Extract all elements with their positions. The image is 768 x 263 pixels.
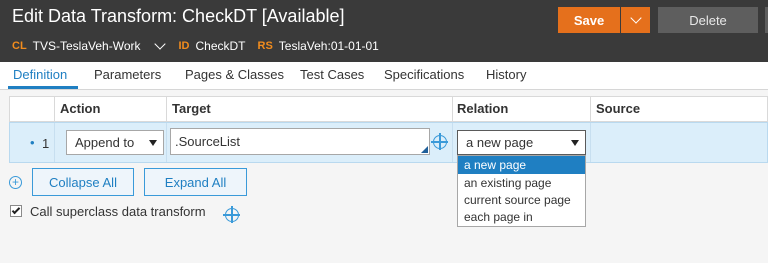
expand-all-button[interactable]: Expand All (144, 168, 247, 196)
ruleset-value[interactable]: TeslaVeh:01-01-01 (279, 39, 379, 53)
checkmark-icon (11, 205, 21, 215)
row-divider (54, 123, 55, 162)
column-relation: Relation (457, 101, 509, 116)
relation-option-current-source[interactable]: current source page (458, 191, 585, 209)
save-button[interactable]: Save (558, 7, 620, 33)
tab-parameters[interactable]: Parameters (94, 67, 161, 82)
superclass-checkbox-label: Call superclass data transform (30, 204, 206, 219)
add-row-icon[interactable]: + (9, 176, 22, 189)
target-picker-icon[interactable] (431, 133, 448, 150)
superclass-picker-icon[interactable] (223, 206, 240, 223)
row-divider (166, 123, 167, 162)
tab-specifications[interactable]: Specifications (384, 67, 464, 82)
column-action: Action (60, 101, 101, 116)
chevron-down-icon[interactable] (154, 38, 167, 50)
target-field[interactable]: .SourceList (170, 128, 430, 155)
relation-options-list: a new page an existing page current sour… (457, 155, 586, 227)
column-divider (452, 97, 453, 122)
grid-header: Action Target Relation Source (9, 96, 768, 122)
page-title: Edit Data Transform: CheckDT [Available] (12, 6, 345, 26)
column-target: Target (172, 101, 211, 116)
tab-pages-classes[interactable]: Pages & Classes (185, 67, 284, 82)
relation-option-existing-page[interactable]: an existing page (458, 174, 585, 192)
column-source: Source (596, 101, 641, 116)
tab-test-cases[interactable]: Test Cases (300, 67, 364, 82)
id-value: CheckDT (195, 39, 246, 53)
id-key: ID (178, 40, 190, 52)
action-select-value: Append to (75, 135, 135, 150)
autocomplete-corner-icon (421, 146, 428, 153)
dropdown-arrow-icon (571, 140, 579, 146)
rule-meta: CL TVS-TeslaVeh-Work ID CheckDT RS Tesla… (12, 38, 391, 53)
relation-option-each-page[interactable]: each page in (458, 208, 585, 226)
action-select[interactable]: Append to (66, 130, 164, 155)
chevron-down-icon (629, 12, 642, 24)
column-divider (54, 97, 55, 122)
tab-history[interactable]: History (486, 67, 526, 82)
class-value[interactable]: TVS-TeslaVeh-Work (33, 39, 141, 53)
tab-bar: Definition Parameters Pages & Classes Te… (0, 62, 768, 90)
row-divider (452, 123, 453, 162)
column-divider (590, 97, 591, 122)
active-tab-indicator (8, 86, 78, 89)
superclass-checkbox[interactable] (10, 205, 22, 217)
header-bar: Edit Data Transform: CheckDT [Available]… (0, 0, 768, 62)
relation-select-value: a new page (466, 135, 534, 150)
row-bullet: • (30, 135, 35, 150)
row-divider (590, 123, 591, 162)
ruleset-key: RS (257, 40, 273, 52)
relation-select[interactable]: a new page (457, 130, 586, 155)
save-menu-button[interactable] (621, 7, 650, 33)
column-divider (166, 97, 167, 122)
delete-button[interactable]: Delete (658, 7, 758, 33)
target-field-value: .SourceList (175, 134, 241, 149)
collapse-all-button[interactable]: Collapse All (32, 168, 134, 196)
row-number: 1 (42, 136, 50, 151)
tab-definition[interactable]: Definition (13, 67, 67, 82)
relation-option-new-page[interactable]: a new page (458, 156, 585, 174)
dropdown-arrow-icon (149, 140, 157, 146)
class-key: CL (12, 40, 27, 52)
